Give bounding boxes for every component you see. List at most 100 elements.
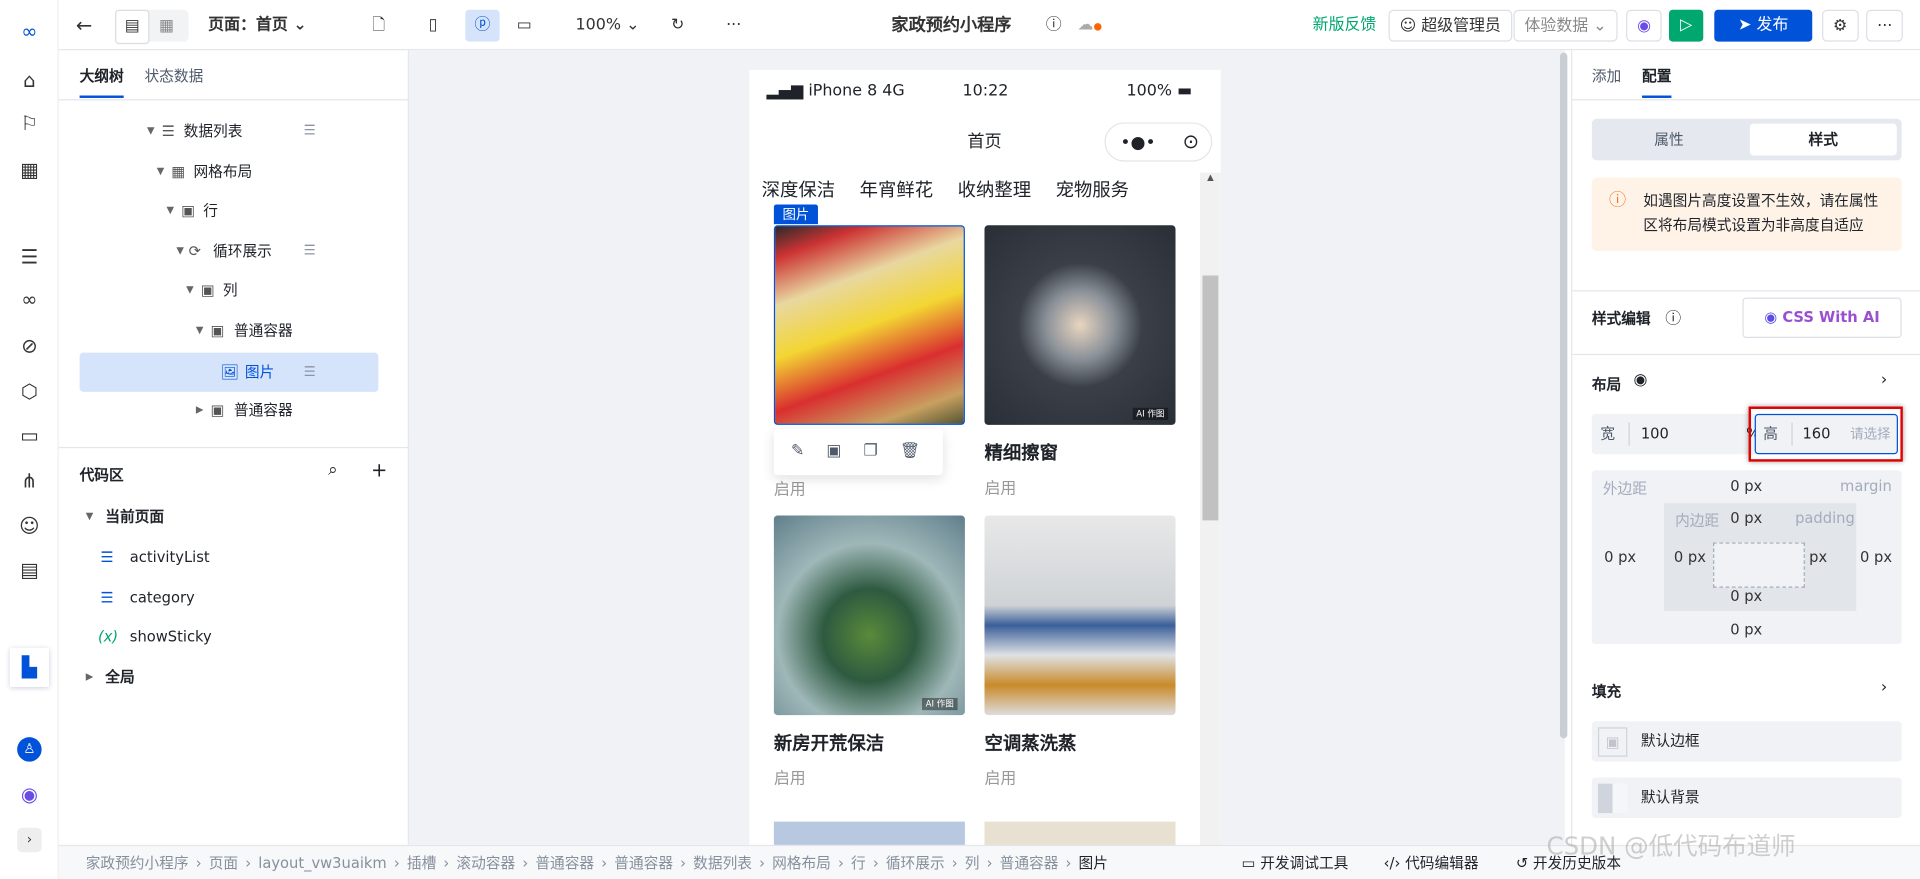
tree-current-page[interactable]: ▼ 当前页面 [59, 497, 409, 536]
width-field[interactable]: 宽 100 % [1591, 413, 1770, 455]
service-card[interactable]: ✎ ▣ ❐ 🗑 启用 [773, 225, 965, 500]
store-icon[interactable]: ▦ [17, 158, 41, 182]
user-button[interactable]: ☺ 超级管理员 [1388, 9, 1512, 42]
chevron-right-icon[interactable]: › [1881, 678, 1887, 696]
edit-icon[interactable]: ✎ [791, 442, 804, 460]
page-view-icon[interactable]: ▤ [115, 9, 150, 45]
tree-item-column[interactable]: ▼ ▣ 列 [59, 271, 409, 310]
service-image[interactable] [773, 225, 965, 425]
margin-right-input[interactable]: 0 px [1860, 549, 1892, 566]
data-mode-select[interactable]: 体验数据 ⌄ [1513, 9, 1618, 42]
breadcrumb-item[interactable]: 插槽 [407, 855, 436, 872]
breadcrumb-item[interactable]: layout_vw3uaikm [258, 855, 386, 872]
code-item[interactable]: (x) showSticky [59, 617, 409, 656]
tree-item-data-list[interactable]: ▼ ☰ 数据列表 ☰ [59, 111, 409, 150]
breadcrumb-item[interactable]: 图片 [1079, 855, 1108, 872]
ai-button[interactable]: ◉ [1626, 9, 1663, 42]
hexagon-icon[interactable]: ⬡ [17, 380, 41, 404]
tree-item-loop[interactable]: ▼ ⟳ 循环展示 ☰ [59, 231, 409, 270]
ai-assistant-icon[interactable]: ◉ [17, 782, 41, 806]
mobile-icon[interactable]: ▯ [429, 10, 438, 42]
margin-left-input[interactable]: 0 px [1604, 549, 1636, 566]
padding-bottom-input[interactable]: 0 px [1730, 588, 1762, 605]
add-icon[interactable]: + [371, 458, 387, 481]
border-setting[interactable]: ▣ 默认边框 [1591, 721, 1902, 762]
scrollbar[interactable]: ▲ [1200, 172, 1221, 854]
desktop-icon[interactable]: ▭ [517, 10, 532, 42]
background-setting[interactable]: 默认背景 [1591, 777, 1902, 818]
tab-config[interactable]: 配置 [1642, 65, 1672, 98]
run-button[interactable]: ▷ [1668, 9, 1704, 42]
category-tab[interactable]: 深度保洁 [762, 179, 835, 201]
feedback-link[interactable]: 新版反馈 [1313, 10, 1377, 42]
breadcrumb-item[interactable]: 循环展示 [886, 855, 945, 872]
id-card-icon[interactable]: ▤ [17, 558, 41, 582]
code-item[interactable]: ☰ category [59, 578, 409, 617]
folder-icon[interactable]: ▭ [17, 424, 41, 448]
tree-item-container-2[interactable]: ▶ ▣ 普通容器 [59, 391, 409, 430]
tab-state-data[interactable]: 状态数据 [144, 65, 203, 86]
tree-item-image[interactable]: 🖼 图片 ☰ [79, 352, 379, 392]
chevron-right-icon[interactable]: › [1881, 371, 1887, 389]
padding-top-input[interactable]: 0 px [1730, 509, 1762, 526]
tab-add[interactable]: 添加 [1592, 65, 1621, 86]
info-icon[interactable]: ⓘ [1046, 10, 1062, 42]
breadcrumb-item[interactable]: 普通容器 [614, 855, 673, 872]
capsule-menu[interactable]: •●• ⊙ [1104, 122, 1213, 162]
component-view-icon[interactable]: ▦ [149, 11, 183, 43]
expand-icon[interactable]: › [17, 827, 42, 853]
workflow-icon[interactable]: ⋔ [17, 469, 41, 493]
canvas-scrollbar[interactable] [1560, 52, 1568, 739]
zoom-select[interactable]: 100% ⌄ [576, 10, 640, 42]
service-card[interactable]: AI 作图 新房开荒保洁 启用 [773, 515, 965, 789]
breadcrumb-item[interactable]: 数据列表 [693, 855, 752, 872]
seg-properties[interactable]: 属性 [1592, 124, 1746, 156]
height-field[interactable]: 高 160 请选择 [1754, 413, 1898, 455]
height-unit-select[interactable]: 请选择 [1850, 415, 1890, 453]
breadcrumb-item[interactable]: 列 [965, 855, 980, 872]
link-icon[interactable]: ∞ [17, 288, 41, 312]
delete-icon[interactable]: 🗑 [900, 442, 920, 460]
tree-item-grid[interactable]: ▼ ▦ 网格布局 [59, 152, 409, 191]
more-icon[interactable]: ··· [726, 10, 741, 42]
service-image[interactable]: AI 作图 [773, 515, 965, 716]
breadcrumb-item[interactable]: 页面 [209, 855, 238, 872]
breadcrumb-item[interactable]: 普通容器 [1000, 855, 1059, 872]
copy-icon[interactable]: ❐ [864, 442, 878, 460]
refresh-icon[interactable]: ↻ [671, 10, 684, 42]
settings-icon[interactable]: ⚙ [1822, 9, 1859, 42]
publish-button[interactable]: ➤ 发布 [1714, 9, 1813, 42]
tree-item-container[interactable]: ▼ ▣ 普通容器 [59, 311, 409, 350]
help-icon[interactable]: ⓘ [1665, 305, 1681, 328]
robot-icon[interactable]: ☺ [17, 514, 41, 538]
tree-item-row[interactable]: ▼ ▣ 行 [59, 191, 409, 230]
page-selector[interactable]: 页面：首页 ⌄ [208, 10, 306, 42]
flag-icon[interactable]: ⚐ [17, 111, 41, 135]
seg-style[interactable]: 样式 [1749, 123, 1897, 156]
service-image[interactable]: AI 作图 [984, 225, 1176, 425]
layout-icon[interactable]: ▙ [9, 647, 49, 687]
back-icon[interactable]: ← [76, 10, 92, 42]
breadcrumb-item[interactable]: 家政预约小程序 [86, 855, 189, 872]
avatar[interactable]: ♙ [17, 737, 42, 762]
margin-bottom-input[interactable]: 0 px [1730, 621, 1762, 638]
save-icon[interactable]: ▣ [826, 442, 841, 460]
padding-left-input[interactable]: 0 px [1674, 549, 1706, 566]
breadcrumb-item[interactable]: 普通容器 [535, 855, 594, 872]
category-tab[interactable]: 宠物服务 [1056, 179, 1129, 201]
css-with-ai-button[interactable]: ◉ CSS With AI [1742, 297, 1902, 338]
miniprogram-icon[interactable]: ⓟ [465, 9, 500, 42]
close-circle-icon[interactable]: ⊙ [1183, 130, 1199, 153]
service-card[interactable]: AI 作图 精细擦窗 启用 [984, 225, 1176, 498]
more-icon[interactable]: •●• [1120, 133, 1155, 153]
code-editor-button[interactable]: ‹/› 代码编辑器 [1384, 846, 1479, 879]
home-icon[interactable]: ⌂ [17, 69, 41, 93]
service-card[interactable]: 空调蒸洗蒸 启用 [984, 515, 1176, 789]
breadcrumb-item[interactable]: 网格布局 [772, 855, 831, 872]
tree-global[interactable]: ▶ 全局 [59, 658, 409, 697]
dev-tools-button[interactable]: ▭ 开发调试工具 [1242, 846, 1349, 879]
margin-top-input[interactable]: 0 px [1730, 478, 1762, 495]
search-icon[interactable]: ⌕ [328, 460, 338, 480]
breadcrumb-item[interactable]: 行 [851, 855, 866, 872]
service-image[interactable] [984, 515, 1176, 716]
